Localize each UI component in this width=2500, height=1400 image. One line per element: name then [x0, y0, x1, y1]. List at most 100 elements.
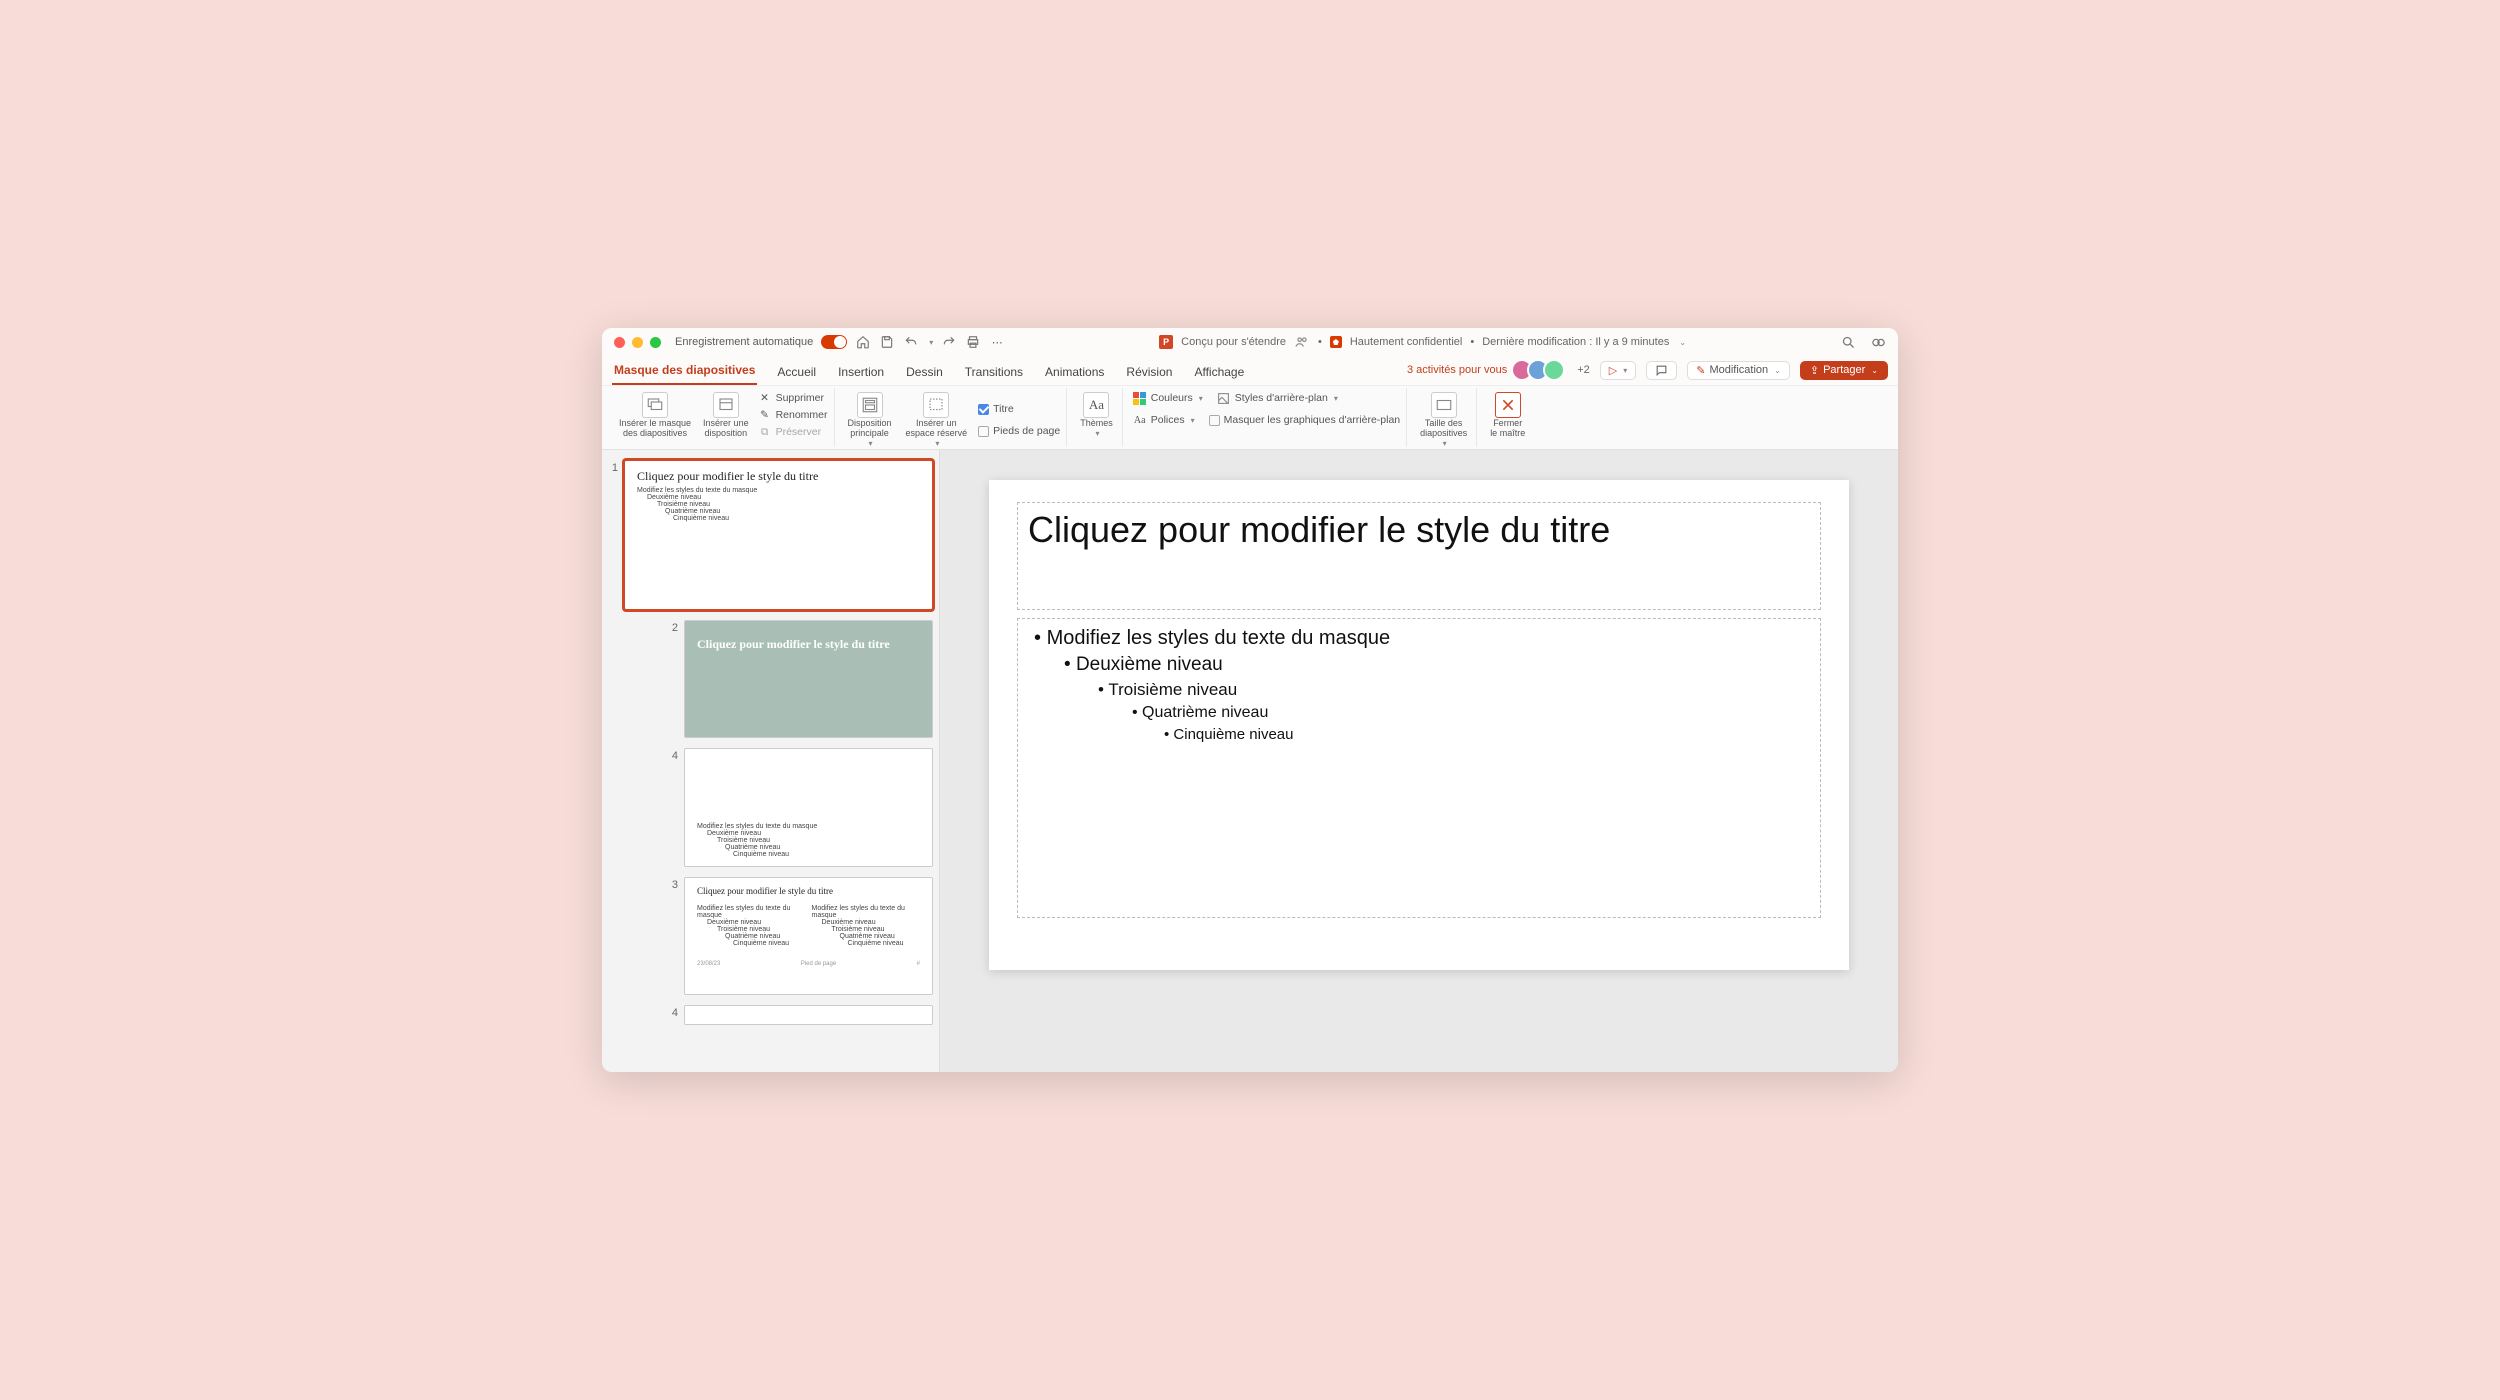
thumb-bullet: Cinquième niveau [673, 515, 920, 522]
activities-label[interactable]: 3 activités pour vous [1407, 364, 1507, 376]
slide-size-label: Taille des diapositives [1420, 419, 1467, 439]
tab-insert[interactable]: Insertion [836, 365, 886, 385]
last-modified-dropdown-icon[interactable]: ⌄ [1679, 338, 1686, 347]
tab-draw[interactable]: Dessin [904, 365, 945, 385]
home-icon[interactable] [855, 334, 871, 350]
thumb-title: Cliquez pour modifier le style du titre [637, 469, 920, 483]
editing-mode-button[interactable]: ✎Modification⌄ [1687, 361, 1790, 380]
checkbox-icon [1209, 415, 1220, 426]
more-qat-icon[interactable]: ⋯ [989, 334, 1005, 350]
body-placeholder[interactable]: Modifiez les styles du texte du masque D… [1017, 618, 1821, 918]
master-layout-label: Disposition principale [848, 419, 892, 439]
undo-dropdown-icon[interactable]: ▾ [929, 338, 933, 347]
colors-button[interactable]: Couleurs▾ [1133, 390, 1203, 406]
thumb-title: Cliquez pour modifier le style du titre [697, 637, 890, 651]
slide-master-icon [642, 392, 668, 418]
slide-size-button[interactable]: Taille des diapositives▾ [1417, 390, 1470, 451]
close-window-icon[interactable] [614, 337, 625, 348]
thumb-bullet: Troisième niveau [657, 501, 920, 508]
editing-mode-label: Modification [1709, 364, 1768, 376]
fonts-icon: Aa [1133, 413, 1147, 427]
rename-icon: ✎ [758, 408, 772, 422]
title-placeholder[interactable]: Cliquez pour modifier le style du titre [1017, 502, 1821, 610]
presence-more-count[interactable]: +2 [1577, 364, 1590, 376]
rename-label: Renommer [776, 409, 828, 421]
app-window: Enregistrement automatique ▾ ⋯ P Conçu p… [602, 328, 1898, 1072]
rename-layout-button[interactable]: ✎ Renommer [758, 407, 828, 423]
redo-icon[interactable] [941, 334, 957, 350]
slide-size-icon [1431, 392, 1457, 418]
hide-bg-checkbox[interactable]: Masquer les graphiques d'arrière-plan [1209, 412, 1401, 428]
preserve-icon: ⧉ [758, 425, 772, 439]
bg-styles-button[interactable]: Styles d'arrière-plan▾ [1217, 390, 1338, 406]
layout-thumbnail[interactable]: Cliquez pour modifier le style du titre … [684, 877, 933, 995]
tab-transitions[interactable]: Transitions [963, 365, 1025, 385]
tab-home[interactable]: Accueil [775, 365, 818, 385]
fonts-button[interactable]: AaPolices▾ [1133, 412, 1195, 428]
insert-slide-master-button[interactable]: Insérer le masque des diapositives [616, 390, 694, 441]
thumb-bullet: Troisième niveau [717, 837, 920, 844]
layout-thumbnail[interactable]: Cliquez pour modifier le style du titre [684, 620, 933, 738]
insert-layout-button[interactable]: Insérer une disposition [700, 390, 752, 441]
thumb-bullet: Deuxième niveau [707, 830, 920, 837]
group-size: Taille des diapositives▾ [1411, 388, 1477, 447]
footers-checkbox[interactable]: Pieds de page [978, 424, 1060, 438]
tab-slide-master[interactable]: Masque des diapositives [612, 363, 757, 385]
minimize-window-icon[interactable] [632, 337, 643, 348]
slide-master-canvas[interactable]: Cliquez pour modifier le style du titre … [989, 480, 1849, 970]
insert-layout-label: Insérer une disposition [703, 419, 749, 439]
search-icon[interactable] [1840, 334, 1856, 350]
group-background: Couleurs▾ Styles d'arrière-plan▾ Aa Polic… [1127, 388, 1407, 447]
group-themes: Aa Thèmes▾ [1071, 388, 1123, 447]
master-layout-icon [857, 392, 883, 418]
printer-icon[interactable] [965, 334, 981, 350]
autosave-toggle[interactable] [821, 335, 847, 349]
slide-canvas-area[interactable]: Cliquez pour modifier le style du titre … [940, 450, 1898, 1072]
presence-avatars[interactable] [1517, 359, 1565, 381]
tab-animations[interactable]: Animations [1043, 365, 1106, 385]
layout-thumbnail[interactable] [684, 1005, 933, 1025]
master-thumbnail[interactable]: Cliquez pour modifier le style du titre … [624, 460, 933, 610]
tab-review[interactable]: Révision [1124, 365, 1174, 385]
titlebar: Enregistrement automatique ▾ ⋯ P Conçu p… [602, 328, 1898, 356]
avatar[interactable] [1543, 359, 1565, 381]
tab-view[interactable]: Affichage [1192, 365, 1246, 385]
title-text: Cliquez pour modifier le style du titre [1028, 509, 1610, 550]
placeholder-icon [923, 392, 949, 418]
insert-placeholder-button[interactable]: Insérer un espace réservé▾ [903, 390, 971, 451]
undo-icon[interactable] [903, 334, 919, 350]
maximize-window-icon[interactable] [650, 337, 661, 348]
thumb-slide-num: # [917, 961, 920, 967]
share-icon: ⇪ [1810, 364, 1819, 377]
themes-button[interactable]: Aa Thèmes▾ [1077, 390, 1116, 441]
thumbnail-pane[interactable]: 1 Cliquez pour modifier le style du titr… [602, 450, 940, 1072]
checkbox-checked-icon [978, 404, 989, 415]
comments-button[interactable] [1646, 361, 1677, 380]
group-master-layout: Disposition principale▾ Insérer un espac… [839, 388, 1068, 447]
thumb-body: Modifiez les styles du texte du masque D… [637, 487, 920, 522]
insert-layout-icon [713, 392, 739, 418]
present-button[interactable]: ▷▾ [1600, 361, 1636, 380]
ribbon-tabs: Masque des diapositives Accueil Insertio… [602, 356, 1898, 386]
preserve-button[interactable]: ⧉Préserver [758, 424, 828, 440]
layout-thumbnail[interactable]: Modifiez les styles du texte du masque D… [684, 748, 933, 867]
body-level-1: Modifiez les styles du texte du masque [1034, 625, 1810, 652]
insert-slide-master-label: Insérer le masque des diapositives [619, 419, 691, 439]
thumb-number: 1 [608, 460, 618, 474]
thumb-bullet: Modifiez les styles du texte du masque [697, 823, 920, 830]
title-checkbox[interactable]: Titre [978, 402, 1060, 416]
copilot-icon[interactable] [1870, 334, 1886, 350]
save-icon[interactable] [879, 334, 895, 350]
share-people-icon[interactable] [1294, 334, 1310, 350]
share-button[interactable]: ⇪Partager⌄ [1800, 361, 1888, 380]
delete-layout-button[interactable]: ✕Supprimer [758, 390, 828, 406]
title-sep: • [1318, 336, 1322, 348]
thumb-number: 2 [668, 620, 678, 634]
fonts-label: Polices [1151, 414, 1185, 426]
thumb-body-right: Modifiez les styles du texte du masque D… [812, 905, 921, 947]
master-layout-button[interactable]: Disposition principale▾ [845, 390, 895, 451]
document-title: Conçu pour s'étendre [1181, 336, 1286, 348]
powerpoint-icon: P [1159, 335, 1173, 349]
workspace: 1 Cliquez pour modifier le style du titr… [602, 450, 1898, 1072]
close-master-button[interactable]: Fermer le maître [1487, 390, 1528, 441]
